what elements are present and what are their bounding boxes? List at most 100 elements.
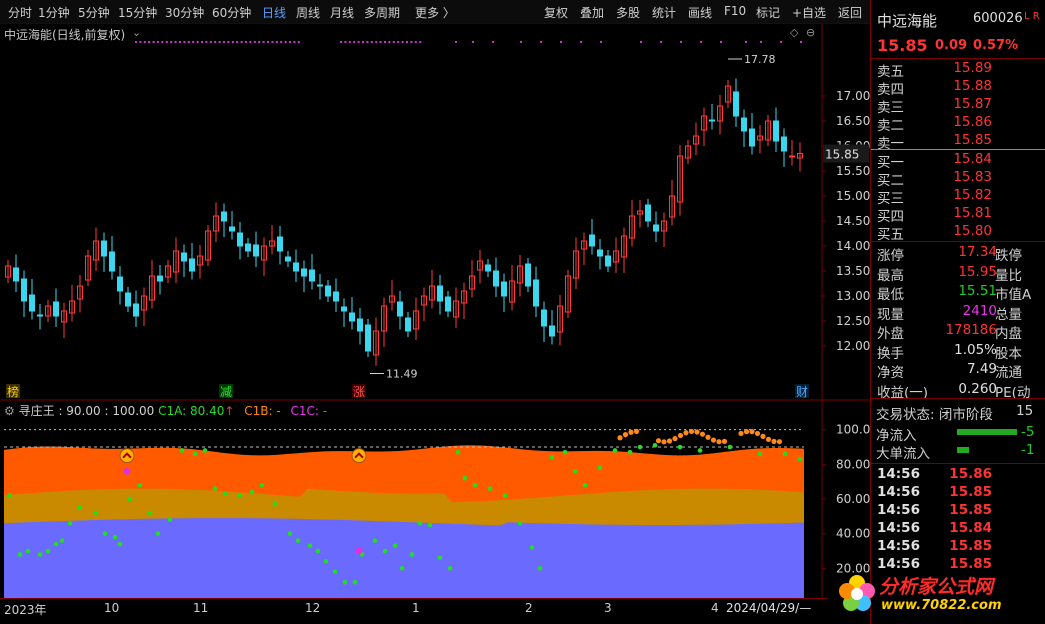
tab-1min[interactable]: 1分钟 [38,4,70,21]
collapse-icon[interactable]: ⊖ [806,26,815,39]
signal-dot [218,41,221,43]
stat-row: 最低 15.51 市值A [877,283,1042,303]
magenta-point [123,467,131,475]
btn-adjust[interactable]: 复权 [544,4,568,21]
indicator-dot [212,486,218,491]
indicator-dot [637,444,643,450]
signal-dot [800,41,802,43]
tab-60min[interactable]: 60分钟 [212,4,251,21]
candle-body [181,252,187,262]
stat-row: 换手 1.05% 股本 [877,342,1042,362]
indicator-dot [93,510,99,516]
signal-orange-dot [694,429,700,435]
price-axis-label: 13.00 [836,289,870,303]
ask-row[interactable]: 卖五 15.89 [877,60,992,80]
signal-dot [760,41,762,43]
xaxis-label: 11 [193,601,209,615]
ask-row[interactable]: 卖二 15.86 [877,114,992,134]
tab-15min[interactable]: 15分钟 [118,4,157,21]
tab-5min[interactable]: 5分钟 [78,4,110,21]
price-axis-label: 12.50 [836,314,870,328]
indicator-dot [112,534,118,540]
signal-dot [397,41,400,43]
tab-daily[interactable]: 日线 [262,4,286,21]
btn-add-watchlist[interactable]: +自选 [792,4,826,21]
tab-monthly[interactable]: 月线 [330,4,354,21]
signal-dot [249,41,252,43]
event-marker-label: 榜 [7,384,19,399]
indicator-dot [352,579,358,585]
tab-multi-period[interactable]: 多周期 [364,4,400,21]
bid-row[interactable]: 买五 15.80 [877,223,992,243]
indicator-c1c: C1C: - [290,404,328,418]
tab-30min[interactable]: 30分钟 [165,4,204,21]
indicator-dot [332,569,338,575]
ask-label: 卖二 [877,118,904,134]
candle-body [157,275,163,282]
ind-axis-label: 80.00 [836,457,870,471]
indicator-dot [45,548,51,554]
stat-right-label: 总量 [995,306,1022,323]
signal-dot [187,41,190,43]
btn-multistock[interactable]: 多股 [616,4,640,21]
ask-row[interactable]: 卖一 15.85 [877,132,992,152]
signal-dot [174,41,177,43]
watermark-logo: 分析家公式网 www.70822.com [835,568,1035,620]
bid-row[interactable]: 买四 15.81 [877,205,992,225]
stat-label: 最低 [877,287,904,303]
indicator-dot [782,451,788,457]
bid-row[interactable]: 买三 15.82 [877,187,992,207]
xaxis-label: 10 [104,601,120,615]
chart-title: 中远海能(日线,前复权) [4,28,126,42]
btn-draw[interactable]: 画线 [688,4,712,21]
candle-body [709,119,715,122]
gear-icon[interactable]: ⚙ [4,404,15,418]
indicator-dot [382,548,388,554]
xaxis-label: 4 [711,601,719,615]
btn-back[interactable]: 返回 [838,4,862,21]
signal-dot [455,41,457,43]
indicator-dot [697,448,703,453]
more-menu[interactable]: 更多 〉 [415,4,455,21]
indicator-dot [427,522,433,528]
signal-orange-dot [743,429,750,435]
signal-dot [139,41,142,43]
indicator-dot [437,555,443,561]
signal-orange-dot [672,436,678,442]
ask-label: 卖三 [877,100,904,116]
kline-chart[interactable]: 17.0016.5016.0015.5015.0014.5014.0013.50… [0,24,870,598]
ask-row[interactable]: 卖三 15.87 [877,96,992,116]
indicator-title: ⚙ 寻庄王 : 90.00 : 100.00 C1A: 80.40↑ C1B: … [4,402,327,419]
btn-mark[interactable]: 标记 [756,4,780,21]
flow-bar [957,447,969,453]
tab-weekly[interactable]: 周线 [296,4,320,21]
bid-row[interactable]: 买一 15.84 [877,151,992,171]
btn-stats[interactable]: 统计 [652,4,676,21]
signal-dot [253,41,256,43]
btn-f10[interactable]: F10 [724,4,746,18]
indicator-dot [323,559,329,564]
candle-body [293,262,299,272]
stat-value: 15.51 [958,283,997,299]
chevron-down-icon[interactable]: ⌄ [132,26,141,39]
ask-label: 卖五 [877,64,904,80]
bid-row[interactable]: 买二 15.83 [877,169,992,189]
tab-intraday[interactable]: 分时 [8,4,32,21]
signal-dot [720,41,722,43]
indicator-dot [447,566,453,571]
bid-label: 买五 [877,227,904,243]
ask-row[interactable]: 卖四 15.88 [877,78,992,98]
signal-dot [258,41,261,43]
signal-dot [366,41,369,43]
indicator-dot [652,442,658,448]
stat-label: 外盘 [877,326,904,342]
stat-label: 现量 [877,306,904,323]
btn-overlay[interactable]: 叠加 [580,4,604,21]
signal-dot [406,41,408,43]
diamond-icon[interactable]: ◇ [790,26,798,39]
signal-dot [227,41,230,43]
signal-orange-dot [721,438,728,445]
signal-dot [196,41,199,43]
candle-body [357,318,363,332]
signal-dot [245,41,247,43]
